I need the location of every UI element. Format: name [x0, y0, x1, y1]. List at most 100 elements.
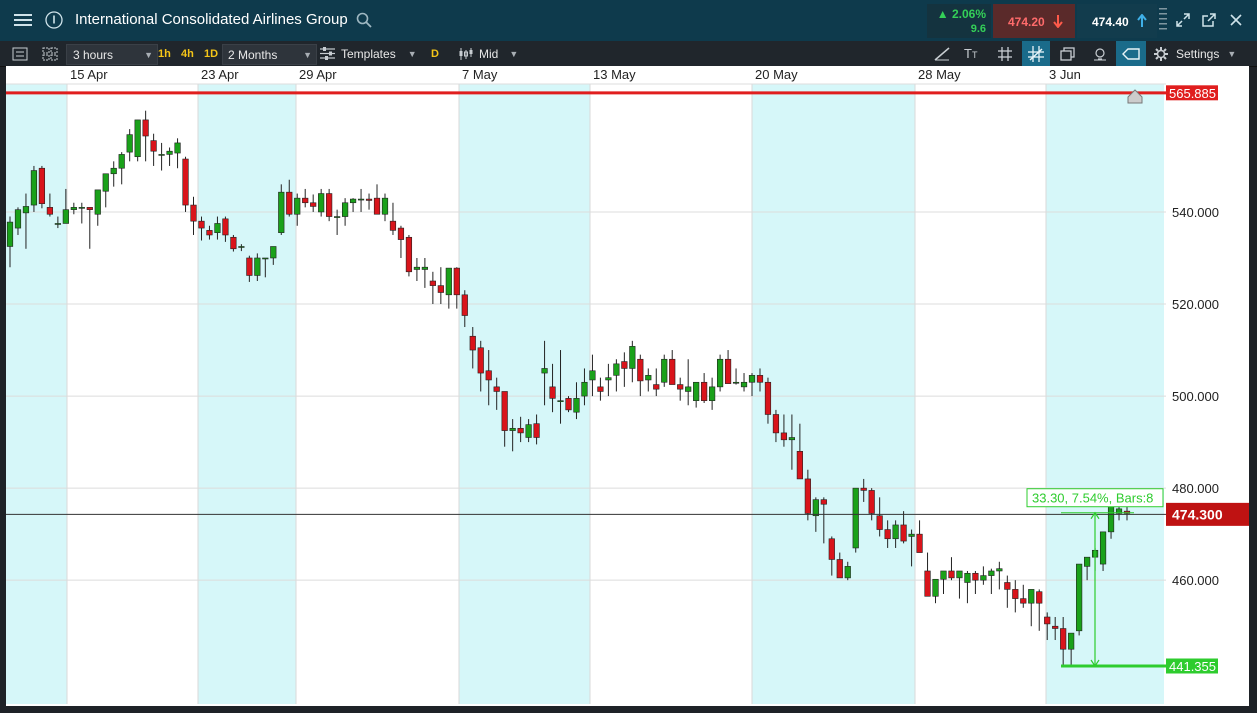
- candle: [1020, 584, 1027, 608]
- chart-area[interactable]: 15 Apr 23 Apr 29 Apr 7 May 13 May 20 May 28 Ma…: [6, 66, 1249, 706]
- candle-body: [1020, 598, 1027, 604]
- candle-body: [198, 220, 205, 229]
- close-icon: [1230, 14, 1242, 26]
- draw-line-button[interactable]: [934, 44, 950, 63]
- candle-body: [126, 134, 133, 153]
- candle-body: [812, 499, 819, 517]
- candle-body: [54, 223, 61, 225]
- interval-1d-button[interactable]: 1D: [204, 44, 218, 63]
- info-button[interactable]: [39, 5, 69, 35]
- candle-body: [501, 391, 508, 431]
- support-price-label: 441.355: [1169, 659, 1216, 674]
- gear-icon: [1154, 46, 1168, 61]
- buy-price-button[interactable]: 474.40: [1077, 4, 1157, 38]
- close-button[interactable]: [1221, 5, 1251, 35]
- candle: [709, 377, 716, 410]
- instrument-title[interactable]: International Consolidated Airlines Grou…: [75, 11, 348, 28]
- candle: [988, 568, 995, 594]
- candle-body: [996, 568, 1003, 572]
- candle: [1012, 580, 1019, 613]
- text-tool-button[interactable]: TT: [964, 44, 977, 63]
- candle-body: [732, 381, 740, 384]
- candle-body: [318, 193, 325, 213]
- candle-body: [916, 533, 923, 553]
- candle-body: [621, 361, 628, 369]
- popout-button[interactable]: [1194, 5, 1224, 35]
- candle-body: [389, 220, 397, 231]
- candle-body: [1084, 556, 1091, 567]
- duplicate-button[interactable]: [1060, 44, 1075, 63]
- candle-body: [557, 400, 564, 402]
- candle: [134, 119, 141, 162]
- chevron-down-icon: ▼: [1227, 48, 1237, 59]
- price-type-select[interactable]: Mid ▼: [458, 44, 522, 63]
- interval-4h-button[interactable]: 4h: [181, 44, 194, 63]
- candles-icon: [459, 47, 473, 60]
- layout-button[interactable]: [42, 44, 58, 63]
- price-tick-label: 460.000: [1172, 573, 1219, 588]
- candle: [605, 363, 612, 397]
- d-button[interactable]: D: [431, 44, 439, 63]
- sell-price-button[interactable]: 474.20: [993, 4, 1075, 38]
- settings-button[interactable]: Settings ▼: [1154, 44, 1236, 63]
- indicator-button[interactable]: [1093, 44, 1107, 63]
- price-tick-label: 520.000: [1172, 297, 1219, 312]
- interval-1h-button[interactable]: 1h: [158, 44, 171, 63]
- candle-body: [294, 197, 301, 215]
- candle: [349, 198, 357, 212]
- candle-body: [445, 267, 452, 296]
- interval-value: 3 hours: [73, 47, 114, 62]
- shaded-band: [752, 84, 915, 704]
- candle-body: [1028, 589, 1035, 604]
- candle-body: [246, 257, 253, 276]
- shaded-band: [1046, 84, 1164, 704]
- price-axis: 540.000 520.000 500.000 480.000 460.000: [1172, 205, 1219, 588]
- change-percent: ▲ 2.06%: [937, 7, 986, 21]
- copy-icon: [1060, 46, 1075, 61]
- menu-button[interactable]: [8, 5, 38, 35]
- candle-body: [437, 285, 444, 293]
- candle-body: [677, 384, 684, 390]
- candle-body: [884, 529, 891, 540]
- range-select[interactable]: 2 Months ▼: [222, 44, 317, 65]
- crosshair-button[interactable]: [1022, 41, 1050, 66]
- candle: [716, 354, 724, 392]
- templates-button[interactable]: Templates ▼: [320, 44, 420, 63]
- candle-body: [860, 487, 867, 491]
- price-tick-label: 540.000: [1172, 205, 1219, 220]
- candle: [948, 557, 955, 581]
- interval-select[interactable]: 3 hours ▼: [66, 44, 158, 65]
- candle-body: [740, 381, 748, 388]
- price-label-button[interactable]: [1116, 41, 1146, 66]
- candle-body: [637, 358, 644, 382]
- bulb-icon: [1094, 47, 1106, 60]
- search-button[interactable]: [356, 12, 372, 33]
- candle: [142, 110, 149, 162]
- candle-body: [334, 216, 341, 218]
- candle-body: [62, 209, 69, 224]
- candlestick-chart[interactable]: 15 Apr 23 Apr 29 Apr 7 May 13 May 20 May 28 Ma…: [6, 66, 1249, 706]
- candle: [932, 578, 939, 604]
- candle: [972, 570, 979, 594]
- candle: [357, 188, 365, 212]
- candle-body: [820, 499, 827, 505]
- chevron-down-icon: ▼: [303, 49, 312, 60]
- candle-body: [828, 538, 835, 560]
- candle-body: [669, 358, 676, 385]
- candle: [326, 188, 333, 222]
- candle: [693, 381, 700, 408]
- price-tag-icon: [1122, 47, 1140, 60]
- gridlines-button[interactable]: [998, 44, 1012, 63]
- candle-body: [86, 207, 93, 210]
- candle-body: [326, 193, 333, 217]
- hamburger-icon: [14, 14, 32, 26]
- candle-body: [613, 363, 620, 376]
- candle-body: [796, 451, 803, 480]
- chart-list-button[interactable]: [12, 44, 28, 63]
- candle-body: [964, 572, 971, 583]
- candle-body: [341, 202, 349, 217]
- candle: [118, 152, 125, 185]
- price-tick-label: 500.000: [1172, 389, 1219, 404]
- candle: [397, 225, 405, 258]
- chart-toolbar: 3 hours ▼ 1h 4h 1D 2 Months ▼ Templates ▼ D…: [0, 41, 1257, 67]
